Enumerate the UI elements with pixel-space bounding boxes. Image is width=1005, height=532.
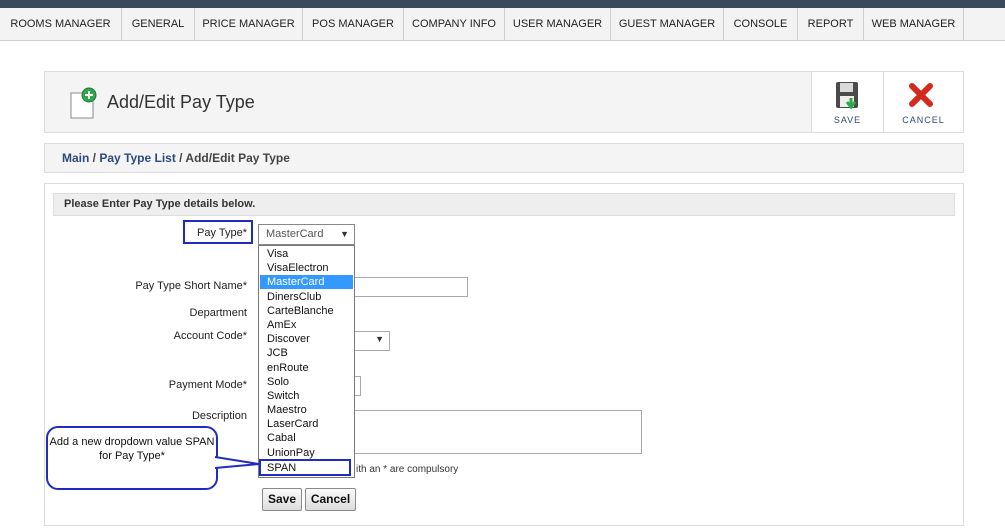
description-label: Description: [191, 410, 247, 422]
page-header: Add/Edit Pay Type SAVE CANCEL: [44, 71, 964, 133]
menu-user-manager[interactable]: USER MANAGER: [505, 8, 611, 41]
chevron-down-icon: ▼: [340, 229, 349, 239]
pay-type-dropdown-list: Visa VisaElectron MasterCard DinersClub …: [258, 245, 355, 478]
payment-mode-label: Payment Mode*: [168, 379, 247, 391]
dropdown-option[interactable]: DinersClub: [260, 290, 353, 304]
dropdown-option-selected[interactable]: MasterCard: [260, 275, 353, 289]
breadcrumb-main-link[interactable]: Main: [62, 151, 89, 165]
dropdown-option[interactable]: Maestro: [260, 403, 353, 417]
span-option-highlight: [259, 459, 351, 476]
menu-general[interactable]: GENERAL: [122, 8, 195, 41]
dropdown-option[interactable]: Cabal: [260, 431, 353, 445]
page-title: Add/Edit Pay Type: [107, 92, 255, 112]
callout-pointer: [215, 456, 260, 469]
menu-web-manager[interactable]: WEB MANAGER: [864, 8, 964, 41]
menu-pos-manager[interactable]: POS MANAGER: [303, 8, 404, 41]
dropdown-option[interactable]: LaserCard: [260, 417, 353, 431]
dropdown-option[interactable]: CarteBlanche: [260, 304, 353, 318]
breadcrumb-list-link[interactable]: Pay Type List: [99, 151, 175, 165]
form-instruction: Please Enter Pay Type details below.: [53, 193, 955, 216]
add-document-icon: [69, 87, 99, 120]
dropdown-option[interactable]: Switch: [260, 389, 353, 403]
dropdown-option[interactable]: JCB: [260, 346, 353, 360]
account-code-label: Account Code*: [173, 330, 247, 342]
pay-type-highlight: [183, 220, 253, 244]
dropdown-option[interactable]: enRoute: [260, 361, 353, 375]
compulsory-note: ith an * are compulsory: [356, 464, 459, 475]
form-save-button[interactable]: Save: [262, 488, 302, 511]
breadcrumb: Main / Pay Type List / Add/Edit Pay Type: [44, 143, 964, 173]
annotation-callout: Add a new dropdown value SPAN for Pay Ty…: [46, 426, 218, 490]
main-menu: ROOMS MANAGER GENERAL PRICE MANAGER POS …: [0, 8, 1005, 41]
menu-company-info[interactable]: COMPANY INFO: [404, 8, 505, 41]
dropdown-option[interactable]: Discover: [260, 332, 353, 346]
form-cancel-button[interactable]: Cancel: [305, 488, 356, 511]
floppy-disk-icon: [836, 82, 858, 110]
top-accent-bar: [0, 0, 1005, 8]
save-label: SAVE: [833, 115, 862, 125]
chevron-down-icon: ▼: [375, 334, 384, 344]
menu-rooms-manager[interactable]: ROOMS MANAGER: [0, 8, 122, 41]
short-name-label: Pay Type Short Name*: [135, 280, 247, 292]
save-button[interactable]: SAVE: [811, 72, 883, 132]
dropdown-option[interactable]: VisaElectron: [260, 261, 353, 275]
breadcrumb-current: Add/Edit Pay Type: [185, 151, 290, 165]
department-label: Department: [189, 307, 247, 319]
cancel-button[interactable]: CANCEL: [883, 72, 963, 132]
dropdown-option[interactable]: UnionPay: [260, 446, 353, 460]
cancel-label: CANCEL: [902, 115, 945, 125]
dropdown-option[interactable]: Visa: [260, 247, 353, 261]
red-x-icon: [909, 83, 933, 107]
pay-type-selected-value: MasterCard: [266, 228, 324, 240]
menu-report[interactable]: REPORT: [798, 8, 864, 41]
dropdown-option[interactable]: Solo: [260, 375, 353, 389]
menu-price-manager[interactable]: PRICE MANAGER: [195, 8, 303, 41]
breadcrumb-separator: /: [89, 151, 100, 165]
breadcrumb-separator: /: [175, 151, 186, 165]
pay-type-select[interactable]: MasterCard ▼: [258, 224, 355, 245]
annotation-text: Add a new dropdown value SPAN for Pay Ty…: [49, 436, 215, 462]
menu-console[interactable]: CONSOLE: [724, 8, 798, 41]
menu-guest-manager[interactable]: GUEST MANAGER: [611, 8, 724, 41]
dropdown-option[interactable]: AmEx: [260, 318, 353, 332]
